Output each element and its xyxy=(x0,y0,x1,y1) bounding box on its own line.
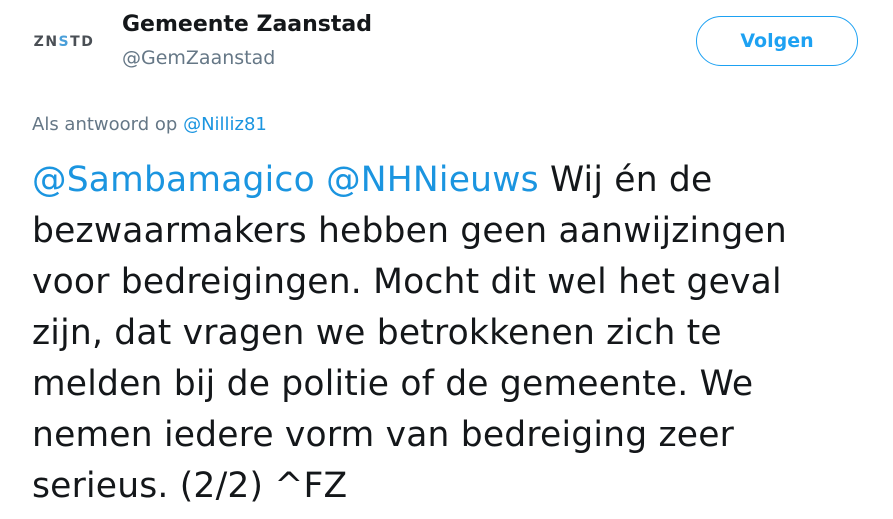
zaanstad-logo: ZN S TD xyxy=(34,34,95,50)
tweet-text-segment: Wij én de xyxy=(549,160,713,200)
mention-link[interactable]: @Sambamagico xyxy=(32,160,315,200)
logo-text-end: TD xyxy=(70,34,95,50)
tweet-line: zijn, dat vragen we betrokkenen zich te xyxy=(32,313,722,353)
tweet-line: melden bij de politie of de gemeente. We xyxy=(32,364,754,404)
logo-text-accent: S xyxy=(58,34,71,50)
reply-context: Als antwoord op @Nilliz81 xyxy=(32,114,267,135)
tweet-line: serieus. (2/2) ^FZ xyxy=(32,466,348,506)
account-handle[interactable]: @GemZaanstad xyxy=(122,47,275,69)
follow-button[interactable]: Volgen xyxy=(696,16,858,66)
tweet-line: voor bedreigingen. Mocht dit wel het gev… xyxy=(32,262,782,302)
reply-to-link[interactable]: @Nilliz81 xyxy=(183,114,267,135)
tweet-header: ZN S TD Gemeente Zaanstad @GemZaanstad V… xyxy=(0,0,893,90)
tweet-line: @Sambamagico @NHNieuws Wij én de xyxy=(32,155,872,206)
display-name[interactable]: Gemeente Zaanstad xyxy=(122,12,372,37)
reply-prefix: Als antwoord op xyxy=(32,114,178,135)
tweet-line: nemen iedere vorm van bedreiging zeer xyxy=(32,415,734,455)
tweet-text: @Sambamagico @NHNieuws Wij én de bezwaar… xyxy=(32,155,872,512)
tweet-line: bezwaarmakers hebben geen aanwijzingen xyxy=(32,211,787,251)
logo-text-start: ZN xyxy=(33,34,59,50)
avatar[interactable]: ZN S TD xyxy=(24,16,104,68)
mention-link[interactable]: @NHNieuws xyxy=(326,160,539,200)
